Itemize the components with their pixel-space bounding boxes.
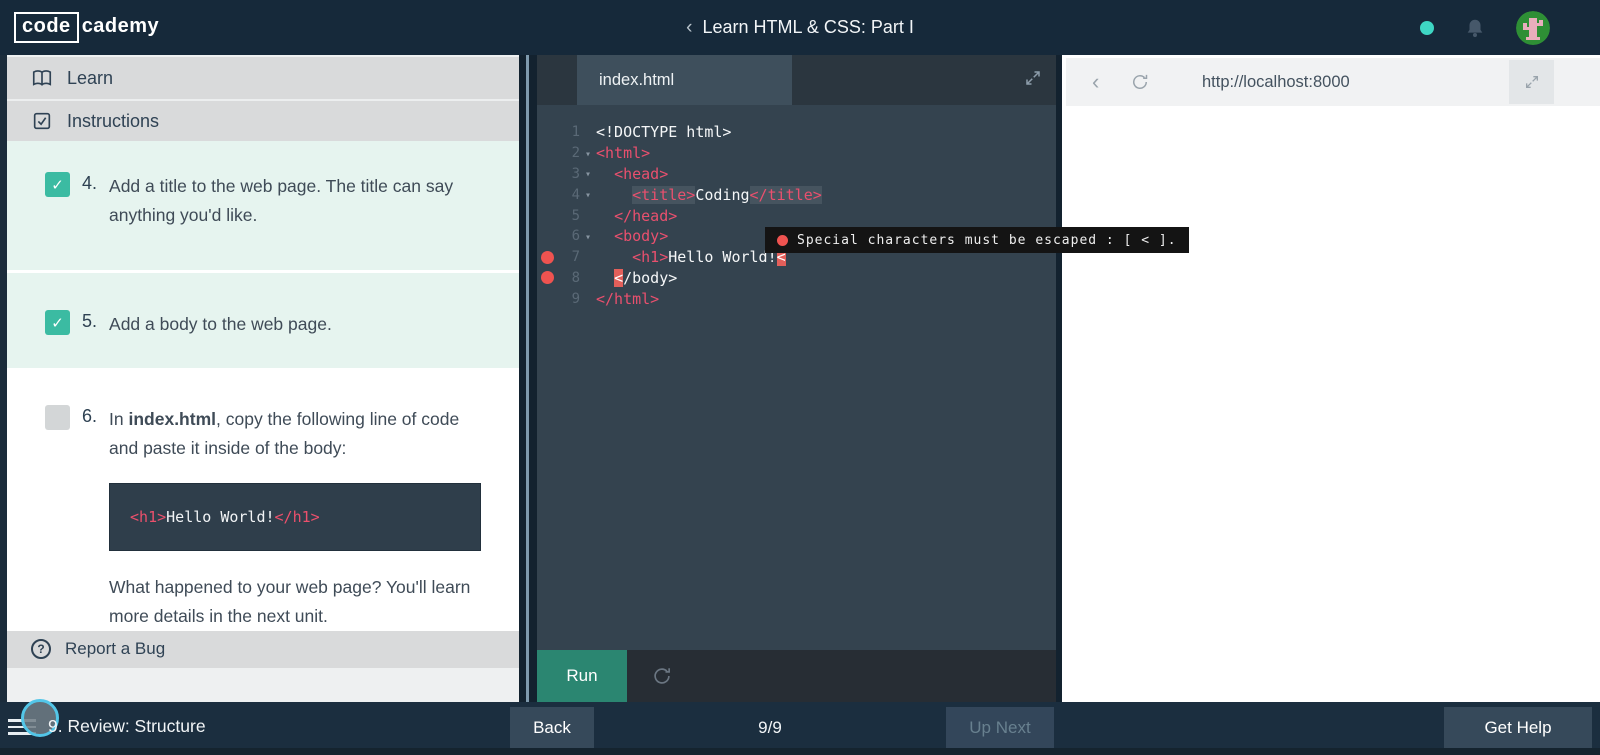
steps-list: ✓ 4. Add a title to the web page. The ti…	[7, 141, 519, 632]
line-number: 9	[571, 290, 580, 307]
sidebar-item-instructions[interactable]: Instructions	[7, 99, 519, 142]
line-number: 2	[571, 145, 580, 162]
book-icon	[32, 70, 52, 86]
web-browser-pane: ‹ http://localhost:8000	[1062, 55, 1600, 702]
code-line[interactable]: 2 ▾ <html>	[537, 143, 1056, 164]
step-5-checkbox[interactable]: ✓	[45, 310, 70, 336]
tab-index-html[interactable]: index.html	[577, 55, 792, 105]
expand-browser-icon	[1525, 76, 1538, 88]
report-a-bug-button[interactable]: ? Report a Bug	[7, 631, 519, 668]
notifications-bell-icon[interactable]	[1464, 17, 1486, 39]
editor-tab-bar: index.html	[537, 55, 1056, 105]
browser-viewport	[1062, 106, 1600, 702]
step-number: 6.	[82, 406, 98, 427]
lesson-footer-bar: 9. Review: Structure Back 9/9 Up Next Ge…	[0, 699, 1600, 755]
step-text: In index.html, copy the following line o…	[109, 409, 460, 459]
step-text: Add a title to the web page. The title c…	[109, 176, 454, 226]
error-dot-icon	[777, 234, 788, 246]
report-a-bug-label: Report a Bug	[65, 639, 166, 659]
line-number: 5	[571, 207, 580, 224]
expand-editor-icon[interactable]	[1024, 69, 1042, 87]
code-text: <head>	[614, 164, 669, 183]
step-item-4: ✓ 4. Add a title to the web page. The ti…	[7, 141, 519, 271]
url-field[interactable]: http://localhost:8000	[1202, 73, 1350, 92]
error-tooltip: Special characters must be escaped : [ <…	[765, 227, 1189, 253]
expand-browser-button[interactable]	[1509, 60, 1554, 104]
run-button[interactable]: Run	[537, 650, 627, 702]
code-editor-pane: index.html 1 <!DOCTYPE html> 2 ▾ <html> 3 ▾ <h…	[537, 55, 1056, 702]
get-help-button[interactable]: Get Help	[1444, 707, 1592, 749]
check-icon: ✓	[51, 314, 64, 332]
code-line[interactable]: 9 </html>	[537, 288, 1056, 309]
code-line[interactable]: 4 ▾ <title>Coding</title>	[537, 184, 1056, 205]
filename-bold: index.html	[128, 409, 216, 430]
step-6-checkbox[interactable]	[45, 405, 70, 431]
step-text: Add a body to the web page.	[109, 314, 332, 335]
code-text: <!DOCTYPE html>	[596, 123, 732, 142]
code-line[interactable]: 1 <!DOCTYPE html>	[537, 122, 1056, 143]
user-avatar[interactable]	[1516, 10, 1550, 45]
pane-resize-divider[interactable]	[526, 55, 529, 702]
code-text: <body>	[614, 227, 669, 246]
code-text: </body>	[614, 268, 678, 287]
code-text: </html>	[596, 289, 660, 308]
instruction-code-snippet[interactable]: <h1>Hello World!</h1>	[109, 483, 482, 552]
code-text: <html>	[596, 144, 651, 163]
code-text: <h1>Hello World!<	[632, 248, 786, 267]
progress-indicator: 9/9	[758, 718, 782, 737]
line-number: 8	[571, 269, 580, 286]
code-area[interactable]: 1 <!DOCTYPE html> 2 ▾ <html> 3 ▾ <head> 4 ▾ <tit…	[537, 105, 1056, 650]
code-text: <title>Coding</title>	[632, 185, 822, 204]
learn-label: Learn	[67, 67, 114, 88]
code-line[interactable]: 5 </head>	[537, 205, 1056, 226]
instructions-label: Instructions	[67, 110, 160, 131]
top-bar: code cademy ‹ Learn HTML & CSS: Part I	[0, 0, 1600, 55]
lesson-title: 9. Review: Structure	[48, 716, 206, 736]
fold-arrow-icon[interactable]: ▾	[580, 230, 596, 243]
back-button[interactable]: Back	[510, 707, 594, 749]
line-number: 3	[571, 165, 580, 182]
status-dot-icon	[1420, 20, 1434, 35]
step-after-text: What happened to your web page? You'll l…	[109, 577, 471, 627]
code-line[interactable]: 3 ▾ <head>	[537, 164, 1056, 185]
fold-arrow-icon[interactable]: ▾	[580, 147, 596, 160]
browser-refresh-icon[interactable]	[1130, 72, 1150, 92]
step-item-6: 6. In index.html, copy the following lin…	[7, 368, 519, 632]
checkbox-icon	[33, 113, 51, 130]
question-icon: ?	[31, 639, 51, 660]
line-number: 4	[571, 186, 580, 203]
fold-arrow-icon[interactable]: ▾	[580, 188, 596, 201]
error-tooltip-text: Special characters must be escaped : [ <…	[797, 232, 1177, 248]
reset-code-icon[interactable]	[651, 665, 673, 687]
code-text: </head>	[614, 206, 678, 225]
code-line[interactable]: 8 </body>	[537, 268, 1056, 289]
check-icon: ✓	[51, 176, 64, 194]
instructions-sidebar: Learn Instructions ✓ 4. Add a title to t…	[0, 55, 519, 702]
back-chevron-icon[interactable]: ‹	[686, 17, 692, 38]
browser-back-icon[interactable]: ‹	[1092, 69, 1112, 95]
fold-arrow-icon[interactable]: ▾	[580, 167, 596, 180]
sidebar-footer-strip	[7, 667, 519, 702]
step-number: 4.	[82, 173, 98, 194]
line-number: 6	[571, 228, 580, 245]
tab-bar-spacer	[537, 55, 577, 105]
line-number: 7	[571, 249, 580, 266]
error-marker-icon	[537, 251, 558, 264]
step-number: 5.	[82, 311, 98, 332]
step-4-checkbox[interactable]: ✓	[45, 172, 70, 198]
up-next-button[interactable]: Up Next	[946, 707, 1054, 749]
browser-url-bar: ‹ http://localhost:8000	[1066, 58, 1600, 106]
line-number: 1	[571, 124, 580, 141]
step-item-5: ✓ 5. Add a body to the web page.	[7, 273, 519, 369]
error-marker-icon	[537, 271, 558, 284]
course-title[interactable]: ‹ Learn HTML & CSS: Part I	[0, 17, 1600, 39]
code-lines: 1 <!DOCTYPE html> 2 ▾ <html> 3 ▾ <head> 4 ▾ <tit…	[537, 122, 1056, 309]
editor-run-bar: Run	[537, 650, 1056, 702]
sidebar-item-learn[interactable]: Learn	[7, 55, 519, 100]
